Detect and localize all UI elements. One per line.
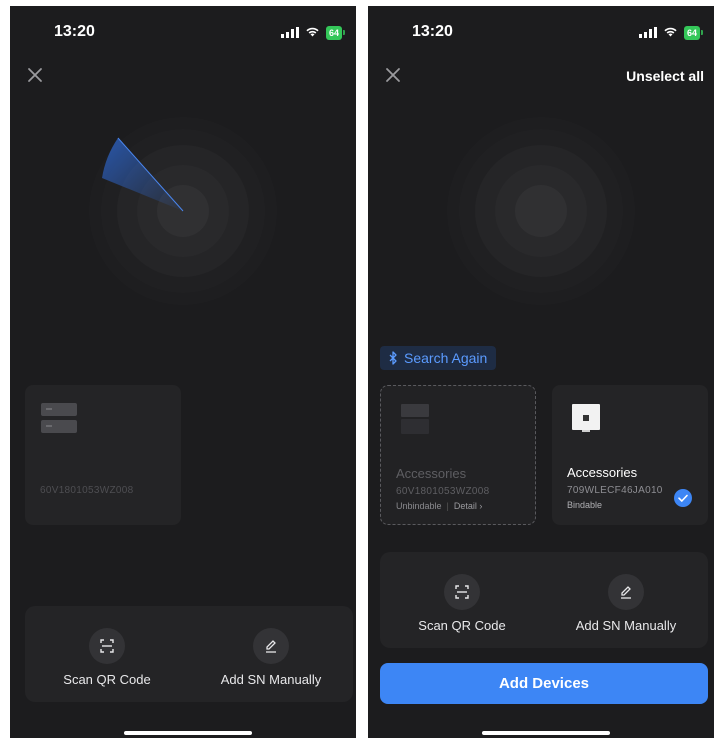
battery-icon: 64: [325, 26, 346, 40]
edit-icon: [608, 574, 644, 610]
right-screen: 13:20 64 Unselect all Search Again Acces…: [368, 6, 714, 738]
device-sn: 709WLECF46JA010: [567, 485, 663, 496]
detail-link[interactable]: Detail ›: [454, 501, 483, 511]
edit-icon: [253, 628, 289, 664]
device-sn: 60V1801053WZ008: [40, 485, 134, 496]
device-card: 60V1801053WZ008: [25, 385, 181, 525]
status-time: 13:20: [54, 23, 95, 40]
close-icon: [386, 68, 400, 82]
status-bar: 13:20 64: [10, 6, 356, 58]
close-icon: [28, 68, 42, 82]
device-icon: [41, 403, 77, 433]
close-button[interactable]: [382, 64, 404, 86]
left-screen: 13:20 64 60V1801053WZ008 Scan QR Code Ad…: [10, 6, 356, 738]
device-status: Bindable: [567, 500, 603, 510]
check-icon[interactable]: [674, 489, 692, 507]
device-icon: [572, 404, 600, 432]
home-indicator: [482, 731, 610, 735]
wifi-icon: [663, 24, 678, 42]
add-sn-manually-button[interactable]: Add SN Manually: [189, 606, 353, 702]
add-sn-manually-button[interactable]: Add SN Manually: [544, 552, 708, 648]
add-devices-button[interactable]: Add Devices: [380, 663, 708, 704]
status-icons: 64: [280, 24, 346, 42]
wifi-icon: [305, 24, 320, 42]
close-button[interactable]: [24, 64, 46, 86]
device-icon: [401, 404, 429, 434]
radar-icon: [447, 117, 635, 305]
actions-panel: Scan QR Code Add SN Manually: [380, 552, 708, 648]
add-sn-manually-label: Add SN Manually: [575, 618, 677, 633]
scan-qr-label: Scan QR Code: [418, 618, 506, 633]
device-card-bindable[interactable]: Accessories 709WLECF46JA010 Bindable: [552, 385, 708, 525]
qr-scan-icon: [444, 574, 480, 610]
scan-qr-button[interactable]: Scan QR Code: [380, 552, 544, 648]
signal-icon: [280, 26, 299, 41]
status-time: 13:20: [412, 23, 453, 40]
battery-icon: 64: [683, 26, 704, 40]
device-sn: 60V1801053WZ008: [396, 486, 490, 497]
unselect-all-button[interactable]: Unselect all: [626, 68, 704, 84]
status-bar: 13:20 64: [368, 6, 714, 58]
device-card-unbindable: Accessories 60V1801053WZ008 Unbindable | D…: [380, 385, 536, 525]
add-sn-manually-label: Add SN Manually: [220, 672, 322, 687]
search-again-label: Search Again: [404, 350, 488, 366]
radar-icon: [89, 117, 277, 305]
search-again-button[interactable]: Search Again: [380, 346, 497, 370]
device-name: Accessories: [567, 465, 638, 480]
bluetooth-icon: [389, 351, 397, 365]
actions-panel: Scan QR Code Add SN Manually: [25, 606, 353, 702]
device-name: Accessories: [396, 466, 467, 481]
qr-scan-icon: [89, 628, 125, 664]
device-status: Unbindable | Detail ›: [396, 501, 483, 511]
scan-qr-button[interactable]: Scan QR Code: [25, 606, 189, 702]
scan-qr-label: Scan QR Code: [63, 672, 151, 687]
home-indicator: [124, 731, 252, 735]
status-text: Unbindable: [396, 501, 442, 511]
signal-icon: [638, 26, 657, 41]
status-icons: 64: [638, 24, 704, 42]
